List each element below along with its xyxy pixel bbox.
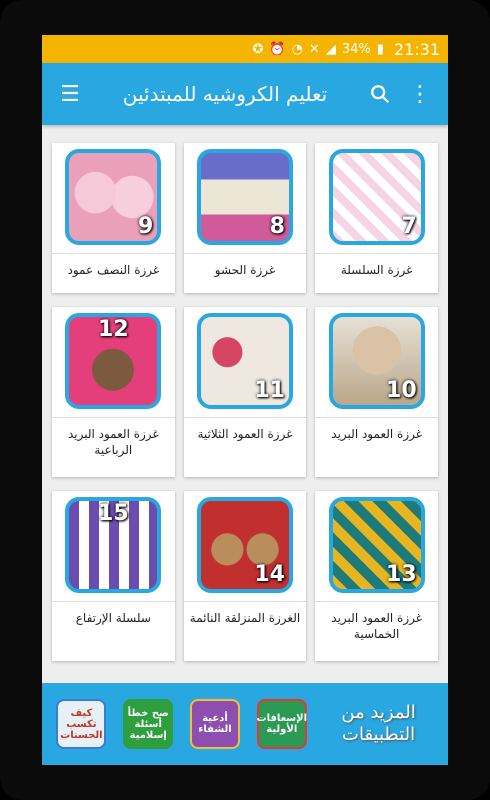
- card-label: غرزة العمود البريد الخماسية: [331, 611, 423, 641]
- card-label: غرزة النصف عمود: [67, 263, 160, 277]
- stitch-card-9[interactable]: 9 غرزة النصف عمود: [52, 143, 175, 293]
- app-icon-duaa[interactable]: أدعية الشفاء: [189, 699, 240, 749]
- stitch-thumbnail: 12: [65, 313, 162, 409]
- notification-icon: ✪: [252, 41, 264, 57]
- wifi-icon: ◔: [291, 41, 303, 57]
- stitch-card-12[interactable]: 12 غرزة العمود البريد الرباعية: [52, 307, 175, 477]
- card-label: غرزة الحشو: [214, 263, 276, 277]
- card-number: 10: [386, 378, 417, 403]
- card-label: غرزة العمود الثلاثية: [197, 427, 293, 441]
- stitch-thumbnail: 11: [196, 313, 293, 409]
- mute-icon: ✕: [308, 41, 320, 57]
- stitch-thumbnail: 15: [65, 497, 162, 593]
- app-icon-hasanat[interactable]: كيف تكسب الحسنات: [56, 699, 107, 749]
- overflow-menu-icon[interactable]: ⋮: [400, 74, 440, 114]
- alarm-icon: ⏰: [269, 41, 286, 57]
- more-apps-bar: كيف تكسب الحسنات صح خطأ أسئلة إسلامية أد…: [42, 683, 448, 765]
- card-label: سلسلة الإرتفاع: [75, 611, 151, 625]
- card-number: 11: [254, 378, 285, 403]
- app-icon-first-aid[interactable]: الإسعافات الأولية: [257, 699, 307, 749]
- search-icon[interactable]: [360, 74, 400, 114]
- app-icon-label: كيف تكسب الحسنات: [60, 707, 103, 741]
- stitch-card-14[interactable]: 14 الغرزة المنزلقة النائمة: [183, 491, 307, 661]
- stitch-card-13[interactable]: 13 غرزة العمود البريد الخماسية: [315, 491, 438, 661]
- app-icon-label: الإسعافات الأولية: [256, 713, 307, 735]
- stitch-thumbnail: 13: [328, 497, 425, 593]
- stitch-card-10[interactable]: 10 غرزة العمود البريد: [315, 307, 438, 477]
- card-label: غرزة العمود البريد: [331, 427, 423, 441]
- app-bar: ☰ تعليم الكروشيه للمبتدئين ⋮: [42, 63, 448, 125]
- stitch-thumbnail: 7: [328, 149, 425, 245]
- stitch-card-11[interactable]: 11 غرزة العمود الثلاثية: [183, 307, 307, 477]
- stitch-card-15[interactable]: 15 سلسلة الإرتفاع: [52, 491, 175, 661]
- card-number: 13: [386, 562, 417, 587]
- app-icon-label: صح خطأ أسئلة إسلامية: [127, 707, 169, 741]
- card-number: 12: [98, 317, 129, 342]
- phone-frame: ✪ ⏰ ◔ ✕ ◢ 34% ▮ 21:31 ☰ تعليم الكروشيه ل…: [0, 0, 490, 800]
- app-icon-label: أدعية الشفاء: [198, 713, 232, 735]
- menu-icon[interactable]: ☰: [50, 74, 90, 114]
- battery-icon: ▮: [376, 41, 384, 57]
- stitch-card-7[interactable]: 7 غرزة السلسلة: [315, 143, 438, 293]
- signal-icon: ◢: [325, 41, 336, 57]
- card-number: 7: [401, 214, 417, 239]
- stitch-card-8[interactable]: 8 غرزة الحشو: [183, 143, 307, 293]
- clock: 21:31: [393, 39, 440, 59]
- card-label: الغرزة المنزلقة النائمة: [189, 611, 301, 625]
- card-number: 9: [138, 214, 154, 239]
- card-label: غرزة السلسلة: [340, 263, 413, 277]
- app-title: تعليم الكروشيه للمبتدئين: [122, 82, 328, 106]
- stitch-thumbnail: 10: [328, 313, 425, 409]
- stitch-grid: 9 غرزة النصف عمود 8 غرزة الحشو 7 غرزة ال…: [52, 143, 438, 661]
- card-label: غرزة العمود البريد الرباعية: [67, 427, 159, 457]
- stitch-thumbnail: 14: [196, 497, 293, 593]
- app-icon-true-false[interactable]: صح خطأ أسئلة إسلامية: [123, 699, 174, 749]
- stitch-thumbnail: 8: [196, 149, 293, 245]
- card-number: 14: [254, 562, 285, 587]
- more-apps-label[interactable]: المزيد من التطبيقات: [324, 702, 434, 746]
- battery-percent: 34%: [341, 41, 371, 57]
- status-bar: ✪ ⏰ ◔ ✕ ◢ 34% ▮ 21:31: [42, 35, 448, 63]
- card-number: 15: [98, 501, 129, 526]
- screen: ✪ ⏰ ◔ ✕ ◢ 34% ▮ 21:31 ☰ تعليم الكروشيه ل…: [42, 35, 448, 765]
- card-number: 8: [269, 214, 285, 239]
- stitch-thumbnail: 9: [65, 149, 162, 245]
